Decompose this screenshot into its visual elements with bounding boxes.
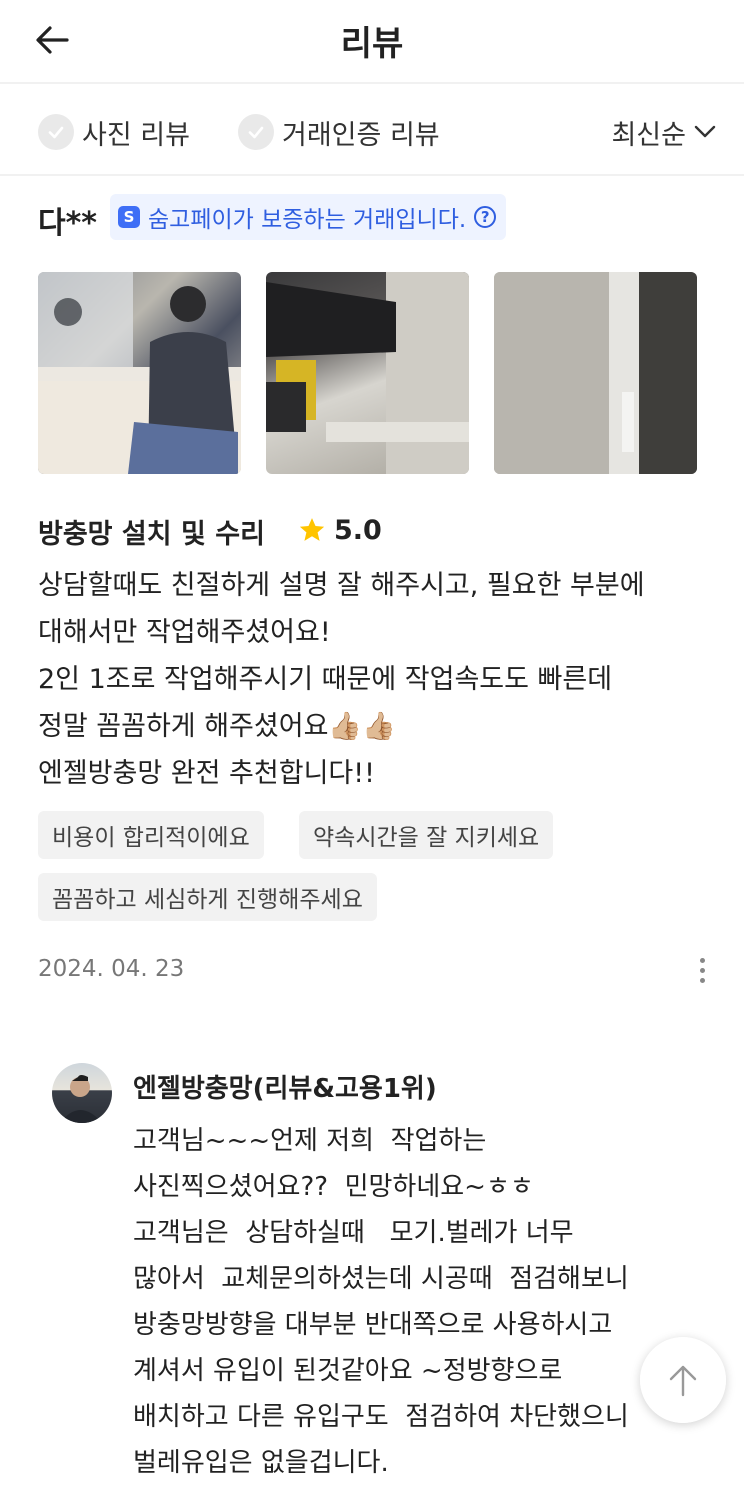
pay-guarantee-text: 숨고페이가 보증하는 거래입니다. [148,207,467,233]
reply-text-line: 사진찍으셨어요?? 민망하네요~ㅎㅎ [133,1172,534,1202]
review-body: 상담할때도 친절하게 설명 잘 해주시고, 필요한 부분에 대해서만 작업해주셨… [38,562,728,797]
reply-body: 고객님~~~언제 저희 작업하는 사진찍으셨어요?? 민망하네요~ㅎㅎ 고객님은… [133,1118,728,1486]
reply-text-line: 고객님~~~언제 저희 작업하는 [133,1126,487,1156]
review-tag: 약속시간을 잘 지키세요 [299,811,554,859]
dot [699,967,705,973]
dot [699,977,705,983]
app-header: 리뷰 [0,0,744,84]
scroll-to-top-button[interactable] [640,1337,726,1423]
service-title: 방충망 설치 및 수리 [38,519,265,550]
verified-review-label: 거래인증 리뷰 [282,119,440,151]
photo-review-filter[interactable]: 사진 리뷰 [38,112,190,152]
reply-text-line: 방충망방향을 대부분 반대쪽으로 사용하시고 [133,1310,613,1340]
star-icon [299,518,325,541]
review-text-line: 2인 1조로 작업해주시기 때문에 작업속도도 빠른데 [38,664,613,695]
question-icon[interactable]: ? [474,206,497,228]
reply-text-line: 많아서 교체문의하셨는데 시공때 점검해보니 [133,1264,629,1294]
more-options-icon[interactable] [686,950,718,990]
sort-dropdown[interactable]: 최신순 [611,112,716,152]
review-date: 2024. 04. 23 [38,956,185,982]
review-tag: 꼼꼼하고 세심하게 진행해주세요 [38,873,377,921]
review-text-line: 상담할때도 친절하게 설명 잘 해주시고, 필요한 부분에 [38,570,645,601]
check-icon [38,114,74,150]
review-text-line: 대해서만 작업해주셨어요! [38,617,331,648]
reviewer-name: 다** [38,206,97,241]
chevron-down-icon [694,125,716,138]
page-title: 리뷰 [340,24,404,64]
reply-text-line: 고객님은 상담하실때 모기.벌레가 너무 [133,1218,574,1248]
reply-text-line: 벌레유입은 없을겁니다. [133,1448,389,1478]
reply-text-line: 배치하고 다른 유입구도 점검하여 차단했으니 [133,1402,629,1432]
pay-guarantee-badge[interactable]: S 숨고페이가 보증하는 거래입니다. ? [110,194,507,240]
filter-bar: 사진 리뷰 거래인증 리뷰 최신순 [0,86,744,176]
pro-avatar[interactable] [52,1063,112,1123]
rating: 5.0 [298,512,382,548]
review-photo-1[interactable] [38,272,241,474]
reply-text-line: 계셔서 유입이 된것같아요 ~정방향으로 [133,1356,563,1386]
verified-review-filter[interactable]: 거래인증 리뷰 [238,112,440,152]
review-photo-3[interactable] [494,272,697,474]
review-text-line: 엔젤방충망 완전 추천합니다!! [38,758,375,789]
review-text-line: 정말 꼼꼼하게 해주셨어요👍🏼👍🏼 [38,711,396,742]
sort-label: 최신순 [611,119,686,151]
review-photo-2[interactable] [266,272,469,474]
check-icon [238,114,274,150]
arrow-up-icon [669,1365,697,1397]
photo-review-label: 사진 리뷰 [82,119,190,151]
pro-name: 엔젤방충망(리뷰&고용1위) [133,1074,437,1104]
rating-value: 5.0 [334,514,382,546]
review-tag: 비용이 합리적이에요 [38,811,264,859]
dot [699,957,705,963]
soomgo-pay-logo-icon: S [118,206,140,228]
